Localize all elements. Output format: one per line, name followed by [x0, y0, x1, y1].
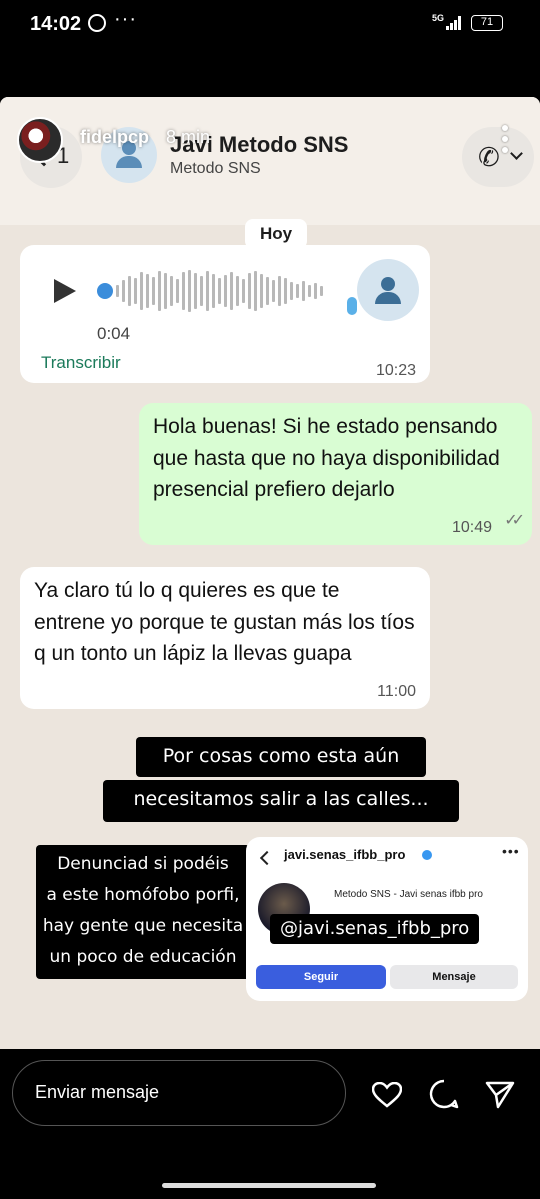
profile-username: javi.senas_ifbb_pro: [284, 847, 406, 862]
message-text: Ya claro tú lo q quieres es que te entre…: [34, 579, 415, 665]
back-arrow-icon: [259, 850, 275, 866]
waveform-bar: [248, 273, 251, 309]
signal-icon: [446, 16, 464, 30]
status-time: 14:02: [30, 13, 82, 35]
verified-badge-icon: [422, 850, 432, 860]
message-time: 10:49: [451, 519, 492, 536]
play-icon: [54, 279, 76, 303]
follow-button: Seguir: [256, 965, 386, 989]
read-receipt-icon: ✓✓: [504, 511, 525, 529]
message-time: 10:23: [375, 362, 416, 379]
caption-line: hay gente que necesita: [42, 916, 244, 936]
voice-duration: 0:04: [97, 324, 131, 343]
waveform-bar: [230, 272, 233, 310]
waveform-bar: [188, 270, 191, 312]
waveform-bar: [266, 277, 269, 305]
like-icon[interactable]: [372, 1082, 402, 1108]
whatsapp-notification-icon: [88, 14, 106, 32]
message-time: 11:00: [377, 683, 416, 700]
waveform-bar: [278, 276, 281, 306]
chat-header: 1 Javi Metodo SNS Metodo SNS ✆: [0, 97, 540, 225]
story-caption-line-1: Por cosas como esta aún: [136, 737, 426, 777]
waveform-bar: [134, 278, 137, 304]
waveform-bar: [146, 274, 149, 308]
status-bar: 14:02 ··· 5G 71: [0, 0, 540, 50]
send-icon[interactable]: [484, 1078, 516, 1110]
waveform-bar: [242, 279, 245, 303]
profile-card: javi.senas_ifbb_pro ••• Metodo SNS - Jav…: [246, 837, 528, 1001]
waveform-bar: [260, 274, 263, 308]
contact-subtitle: Metodo SNS: [170, 160, 261, 177]
story-more-icon[interactable]: [502, 125, 510, 158]
message-text: Hola buenas! Si he estado pensando que h…: [153, 415, 500, 501]
waveform-bar: [206, 271, 209, 311]
waveform-bar: [122, 280, 125, 302]
more-notifications-icon: ···: [114, 8, 137, 30]
waveform-bar: [272, 280, 275, 302]
waveform-bar: [296, 284, 299, 298]
waveform-bar: [314, 283, 317, 299]
more-icon: •••: [502, 843, 520, 859]
waveform-bar: [218, 278, 221, 304]
waveform-bar: [194, 273, 197, 309]
waveform: [116, 267, 328, 315]
profile-bio: Metodo SNS - Javi senas ifbb pro: [334, 889, 483, 900]
waveform-bar: [176, 279, 179, 303]
voice-message: 0:04 Transcribir 10:23: [20, 245, 430, 383]
incoming-message: Ya claro tú lo q quieres es que te entre…: [20, 567, 430, 709]
waveform-bar: [140, 272, 143, 310]
send-message-placeholder: Enviar mensaje: [35, 1082, 160, 1102]
waveform-bar: [290, 282, 293, 300]
story-side-caption: Denunciad si podéis a este homófobo porf…: [36, 845, 250, 979]
waveform-bar: [302, 281, 305, 301]
transcribe-link: Transcribir: [41, 353, 121, 372]
mention-sticker[interactable]: @javi.senas_ifbb_pro: [270, 914, 480, 944]
story-caption-line-2: necesitamos salir a las calles...: [103, 780, 459, 822]
caption-line: a este homófobo porfi,: [46, 885, 240, 905]
battery-icon: 71: [471, 15, 503, 31]
story-username[interactable]: fidelpcp: [80, 127, 149, 148]
waveform-bar: [158, 271, 161, 311]
story-user-avatar[interactable]: [17, 117, 63, 163]
outgoing-message: Hola buenas! Si he estado pensando que h…: [139, 403, 532, 545]
waveform-bar: [152, 277, 155, 305]
playback-position: [97, 283, 113, 299]
waveform-bar: [182, 272, 185, 310]
sender-avatar: [357, 259, 419, 321]
waveform-bar: [320, 286, 323, 296]
microphone-icon: [347, 297, 357, 315]
waveform-bar: [224, 275, 227, 307]
story-content[interactable]: 1 Javi Metodo SNS Metodo SNS ✆ fidelpcp …: [0, 97, 540, 1049]
waveform-bar: [212, 274, 215, 308]
reply-icon[interactable]: [428, 1078, 460, 1110]
phone-icon: ✆: [478, 142, 500, 172]
waveform-bar: [170, 276, 173, 306]
waveform-bar: [116, 285, 119, 297]
waveform-bar: [128, 276, 131, 306]
waveform-bar: [200, 276, 203, 306]
send-message-input[interactable]: Enviar mensaje: [12, 1060, 346, 1126]
waveform-bar: [164, 273, 167, 309]
waveform-bar: [308, 285, 311, 297]
story-time: 8 min: [166, 127, 211, 147]
waveform-bar: [284, 278, 287, 304]
caption-line: un poco de educación: [49, 947, 237, 967]
waveform-bar: [254, 271, 257, 311]
caption-line: Denunciad si podéis: [57, 854, 229, 874]
waveform-bar: [236, 276, 239, 306]
home-indicator[interactable]: [162, 1183, 376, 1188]
network-type: 5G: [432, 13, 445, 23]
message-button: Mensaje: [390, 965, 518, 989]
